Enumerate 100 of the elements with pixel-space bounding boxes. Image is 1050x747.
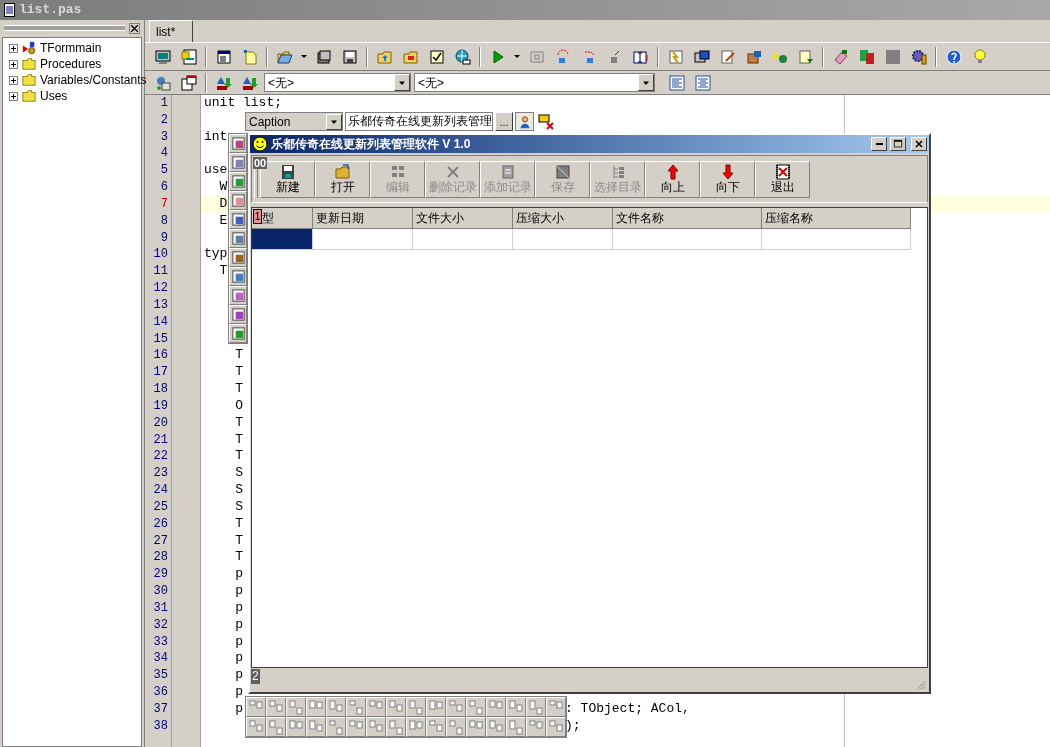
column-header[interactable]: 压缩名称: [762, 208, 911, 229]
palette-button[interactable]: [326, 697, 346, 717]
toolbar-button[interactable]: 向下: [700, 160, 755, 198]
palette-button[interactable]: [229, 210, 247, 229]
selector-dropdown[interactable]: <无>: [414, 73, 655, 92]
column-header[interactable]: 文件大小: [413, 208, 513, 229]
minimize-button[interactable]: [871, 137, 887, 151]
palette-button[interactable]: [406, 697, 426, 717]
palette-button[interactable]: [426, 697, 446, 717]
line-number: 18: [152, 381, 169, 398]
code-line: p: [234, 633, 243, 649]
pause-icon: [528, 48, 545, 65]
column-header[interactable]: 压缩大小: [513, 208, 613, 229]
tree-item[interactable]: TFormmain: [40, 39, 102, 57]
palette-button[interactable]: [506, 697, 526, 717]
palette-button[interactable]: [266, 697, 286, 717]
code-line: T: [234, 549, 243, 565]
palette-button[interactable]: [546, 697, 566, 717]
tree-item[interactable]: Uses: [40, 87, 68, 105]
tree-item[interactable]: Procedures: [40, 55, 102, 73]
property-dropdown[interactable]: Caption: [245, 112, 343, 131]
palette-button[interactable]: [446, 717, 466, 737]
expand-toggle[interactable]: [9, 59, 18, 69]
light-bulb-icon: [971, 48, 988, 65]
alignment-icon: [328, 719, 344, 735]
line-number: 12: [152, 280, 169, 297]
palette-button[interactable]: [229, 324, 247, 343]
code-line: p: [234, 700, 243, 716]
palette-button[interactable]: [446, 697, 466, 717]
palette-button[interactable]: [366, 717, 386, 737]
alignment-icon: [428, 719, 444, 735]
palette-button[interactable]: [366, 697, 386, 717]
palette-button[interactable]: [229, 229, 247, 248]
palette-button[interactable]: [246, 717, 266, 737]
palette-button[interactable]: [526, 697, 546, 717]
palette-button[interactable]: [406, 717, 426, 737]
ellipsis-button[interactable]: ...: [495, 112, 513, 131]
line-number: 30: [152, 583, 169, 600]
palette-button[interactable]: [286, 717, 306, 737]
alignment-icon: [308, 719, 324, 735]
palette-button[interactable]: [486, 697, 506, 717]
expand-toggle[interactable]: [9, 43, 18, 53]
selector-dropdown[interactable]: <无>: [264, 73, 411, 92]
component-icon: [21, 41, 37, 55]
expand-toggle[interactable]: [9, 75, 18, 85]
editor-tab[interactable]: list*: [149, 20, 193, 42]
palette-button[interactable]: [506, 717, 526, 737]
palette-button[interactable]: [229, 191, 247, 210]
palette-button[interactable]: [286, 697, 306, 717]
palette-button[interactable]: [486, 717, 506, 737]
grid-cell[interactable]: [313, 229, 413, 250]
tree-item[interactable]: Variables/Constants: [40, 71, 147, 89]
close-button[interactable]: [129, 22, 140, 34]
column-header[interactable]: 更新日期: [313, 208, 413, 229]
grid-cell[interactable]: [413, 229, 513, 250]
dropdown-arrow-icon: [514, 55, 520, 58]
palette-button[interactable]: [466, 717, 486, 737]
palette-button[interactable]: [266, 717, 286, 737]
code-line: T: [234, 431, 243, 447]
property-value-field[interactable]: 乐都传奇在线更新列表管理: [345, 112, 493, 131]
alignment-icon: [448, 719, 464, 735]
window-title: list.pas: [19, 1, 82, 20]
column-header[interactable]: 文件名称: [613, 208, 762, 229]
toolbar-button[interactable]: 打开: [315, 160, 370, 198]
maximize-button[interactable]: [890, 137, 906, 151]
palette-button[interactable]: [229, 286, 247, 305]
palette-button[interactable]: [326, 717, 346, 737]
line-number: 1: [159, 95, 169, 112]
toolbar-button[interactable]: 向上: [645, 160, 700, 198]
palette-button[interactable]: [426, 717, 446, 737]
palette-button[interactable]: [229, 305, 247, 324]
palette-button[interactable]: [386, 697, 406, 717]
palette-button[interactable]: [246, 697, 266, 717]
palette-button[interactable]: [526, 717, 546, 737]
grid-cell[interactable]: [613, 229, 762, 250]
palette-button[interactable]: [229, 153, 247, 172]
palette-button[interactable]: [346, 697, 366, 717]
grid-cell[interactable]: [762, 229, 911, 250]
close-icon: [913, 138, 925, 150]
palette-button[interactable]: [386, 717, 406, 737]
code-line: : TObject; ACol,: [565, 700, 690, 718]
expand-toggle[interactable]: [9, 91, 18, 101]
palette-button[interactable]: [229, 172, 247, 191]
alignment-icon: [528, 699, 544, 715]
toolbar-button[interactable]: 退出: [755, 160, 810, 198]
code-line: E: [218, 212, 228, 228]
palette-button[interactable]: [546, 717, 566, 737]
palette-button[interactable]: [346, 717, 366, 737]
grid-cell[interactable]: [252, 229, 313, 250]
palette-button[interactable]: [466, 697, 486, 717]
palette-button[interactable]: [229, 248, 247, 267]
component-icon: [230, 307, 246, 322]
alignment-icon: [268, 699, 284, 715]
palette-button[interactable]: [229, 267, 247, 286]
palette-button[interactable]: [306, 717, 326, 737]
document-icon: [4, 3, 15, 17]
panel-grip[interactable]: [4, 25, 125, 31]
palette-button[interactable]: [229, 134, 247, 153]
palette-button[interactable]: [306, 697, 326, 717]
grid-cell[interactable]: [513, 229, 613, 250]
